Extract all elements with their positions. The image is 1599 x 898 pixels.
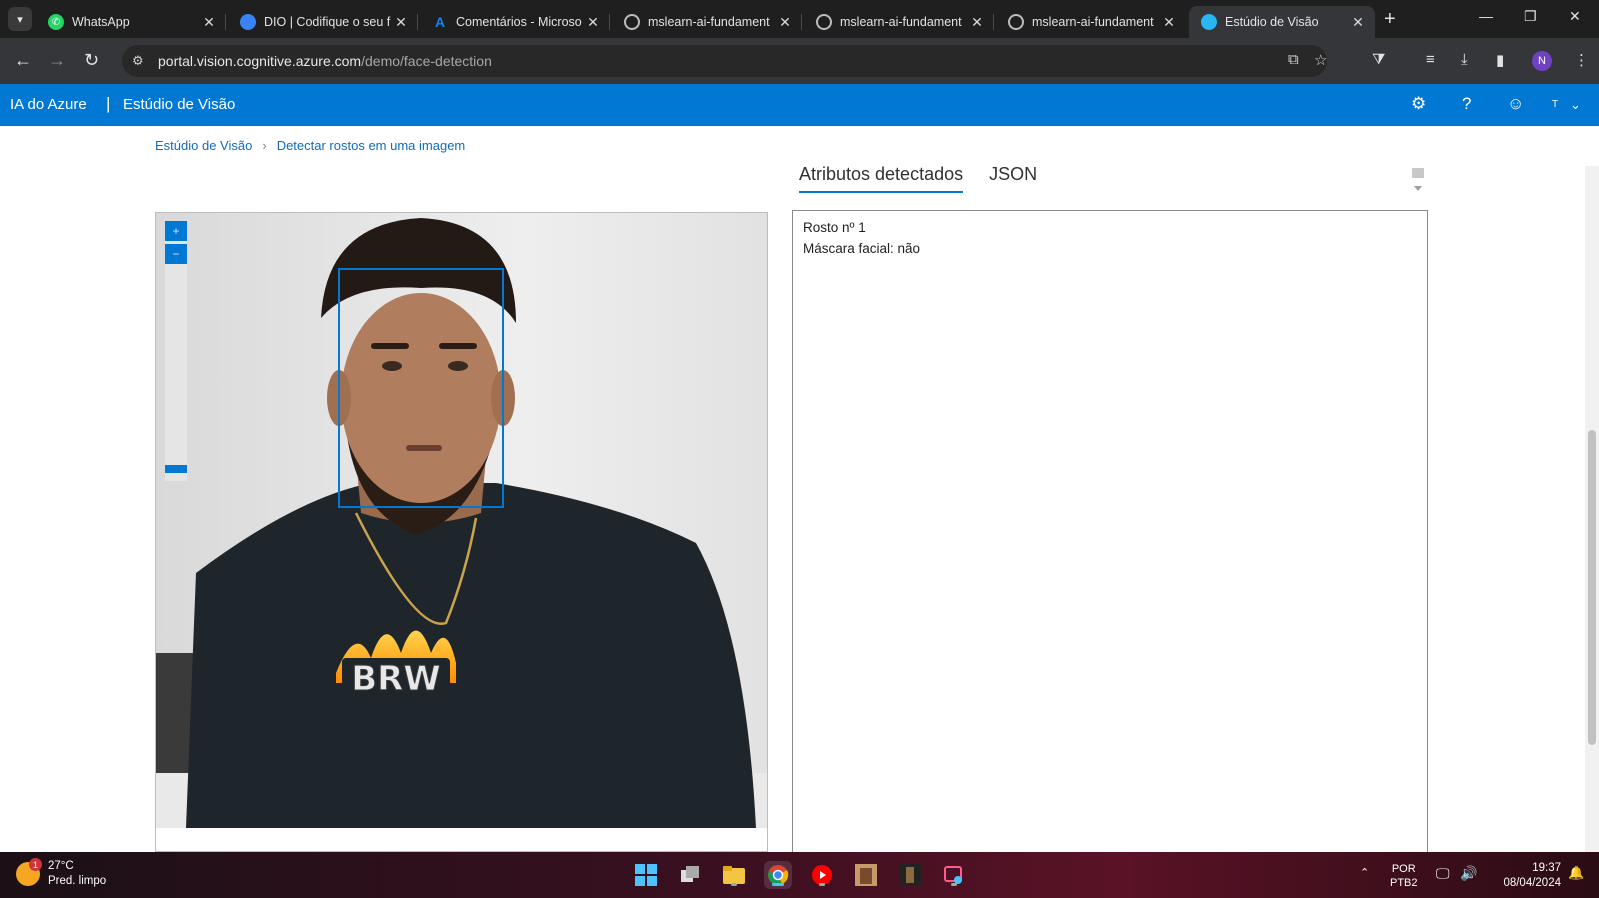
close-icon[interactable]: ✕: [776, 14, 794, 31]
tab-title: Comentários - Microso: [456, 15, 582, 29]
media-control-icon[interactable]: ≡: [1426, 51, 1435, 68]
volume-icon[interactable]: 🔊: [1460, 866, 1477, 880]
breadcrumb-current[interactable]: Detectar rostos em uma imagem: [277, 138, 466, 153]
image-viewer[interactable]: BRW + −: [155, 212, 768, 852]
page-scrollbar-thumb[interactable]: [1588, 430, 1596, 745]
forward-icon[interactable]: →: [48, 50, 66, 71]
tab-title: mslearn-ai-fundament: [1032, 15, 1154, 29]
pinned-app-icon[interactable]: [852, 861, 880, 889]
brand-link[interactable]: IA do Azure: [10, 96, 87, 113]
notification-badge: 1: [29, 858, 42, 871]
tabs-scroll-indicator[interactable]: [1411, 166, 1425, 196]
dio-icon: [240, 14, 256, 30]
tab-whatsapp[interactable]: ✆ WhatsApp ✕: [36, 6, 226, 38]
tab-title: mslearn-ai-fundament: [840, 15, 962, 29]
tab-search-button[interactable]: ▾: [8, 7, 32, 31]
vision-studio-icon: [1201, 14, 1217, 30]
tab-dio[interactable]: DIO | Codifique o seu f ✕: [228, 6, 418, 38]
zoom-slider-thumb[interactable]: [165, 465, 187, 473]
url-text[interactable]: portal.vision.cognitive.azure.com/demo/f…: [158, 53, 492, 69]
task-view-icon[interactable]: [676, 861, 704, 889]
breadcrumb: Estúdio de Visão › Detectar rostos em um…: [155, 138, 465, 153]
tab-estudio-de-visao[interactable]: Estúdio de Visão ✕: [1189, 6, 1375, 38]
close-icon[interactable]: ✕: [1160, 14, 1178, 31]
reload-icon[interactable]: ↻: [84, 50, 99, 71]
file-explorer-icon[interactable]: [720, 861, 748, 889]
weather-condition: Pred. limpo: [48, 875, 107, 887]
youtube-music-icon[interactable]: [808, 861, 836, 889]
tab-json[interactable]: JSON: [989, 164, 1037, 193]
close-icon[interactable]: ✕: [392, 14, 410, 31]
tab-mslearn-1[interactable]: mslearn-ai-fundament ✕: [612, 6, 802, 38]
browser-tab-strip: ▾ ✆ WhatsApp ✕ DIO | Codifique o seu f ✕…: [0, 0, 1599, 38]
tab-title: DIO | Codifique o seu f: [264, 15, 391, 29]
close-icon[interactable]: ✕: [200, 14, 218, 31]
chevron-down-icon[interactable]: ⌄: [1570, 97, 1581, 113]
tab-title: WhatsApp: [72, 15, 130, 29]
minimize-icon[interactable]: —: [1479, 8, 1493, 24]
chevron-up-icon[interactable]: ⌃: [1360, 866, 1369, 880]
user-avatar[interactable]: T: [1552, 99, 1558, 110]
tab-title: mslearn-ai-fundament: [648, 15, 770, 29]
face-mask-attribute: Máscara facial: não: [803, 241, 921, 256]
tab-mslearn-3[interactable]: mslearn-ai-fundament ✕: [996, 6, 1186, 38]
results-tablist: Atributos detectados JSON: [799, 164, 1037, 193]
tab-comentarios[interactable]: A Comentários - Microso ✕: [420, 6, 610, 38]
download-icon[interactable]: ⤓: [1461, 51, 1468, 68]
globe-icon: [816, 14, 832, 30]
whatsapp-icon: ✆: [48, 14, 64, 30]
globe-icon: [1008, 14, 1024, 30]
azure-icon: A: [434, 14, 446, 30]
snipping-tool-icon[interactable]: [940, 861, 968, 889]
language-indicator[interactable]: POR PTB2: [1390, 862, 1418, 890]
chevron-right-icon: ›: [262, 138, 267, 153]
back-icon[interactable]: ←: [14, 50, 32, 71]
browser-toolbar: ← → ↻ ⚙ portal.vision.cognitive.azure.co…: [0, 38, 1599, 84]
zoom-in-button[interactable]: +: [165, 221, 187, 241]
azure-header: IA do Azure | Estúdio de Visão ⚙ ? ☺ T ⌄: [0, 84, 1599, 126]
header-divider: |: [106, 94, 111, 113]
windows-taskbar: 1 27°C Pred. limpo ⌃ POR PTB2 🖵 🔊 19:37 …: [0, 852, 1599, 898]
restore-icon[interactable]: ❐: [1524, 8, 1537, 25]
side-panel-icon[interactable]: ▮: [1496, 51, 1504, 69]
profile-avatar[interactable]: N: [1532, 51, 1552, 71]
temperature: 27°C: [48, 860, 74, 872]
close-window-icon[interactable]: ✕: [1569, 8, 1581, 25]
face-label: Rosto nº 1: [803, 220, 866, 235]
shirt-print-text: BRW: [351, 659, 441, 699]
weather-widget[interactable]: 1 27°C Pred. limpo: [16, 858, 107, 889]
browser-menu-icon[interactable]: ⋮: [1574, 51, 1589, 69]
bookmark-star-icon[interactable]: ☆: [1314, 51, 1327, 69]
weather-sun-icon: 1: [16, 858, 42, 886]
breadcrumb-root-link[interactable]: Estúdio de Visão: [155, 138, 252, 153]
page-scrollbar[interactable]: [1585, 166, 1599, 852]
site-info-icon[interactable]: ⚙: [132, 53, 144, 69]
settings-gear-icon[interactable]: ⚙: [1411, 94, 1426, 114]
extensions-icon[interactable]: ⧩: [1372, 51, 1385, 68]
clock[interactable]: 19:37 08/04/2024: [1491, 861, 1561, 891]
notification-bell-icon[interactable]: 🔔: [1568, 866, 1584, 880]
close-icon[interactable]: ✕: [584, 14, 602, 31]
product-title[interactable]: Estúdio de Visão: [123, 96, 235, 113]
close-icon[interactable]: ✕: [1349, 14, 1367, 31]
close-icon[interactable]: ✕: [968, 14, 986, 31]
network-icon[interactable]: 🖵: [1436, 866, 1450, 880]
tab-title: Estúdio de Visão: [1225, 15, 1319, 29]
feedback-smiley-icon[interactable]: ☺: [1507, 94, 1524, 114]
globe-icon: [624, 14, 640, 30]
tab-mslearn-2[interactable]: mslearn-ai-fundament ✕: [804, 6, 994, 38]
chrome-icon[interactable]: [764, 861, 792, 889]
pinned-app-icon[interactable]: [896, 861, 924, 889]
zoom-out-button[interactable]: −: [165, 244, 187, 264]
help-icon[interactable]: ?: [1462, 94, 1471, 114]
start-windows-icon[interactable]: [632, 861, 660, 889]
translate-icon[interactable]: ⧉: [1288, 51, 1299, 68]
detected-attributes-panel: Rosto nº 1 Máscara facial: não: [792, 210, 1428, 860]
tab-detected-attributes[interactable]: Atributos detectados: [799, 164, 964, 193]
uploaded-photo: BRW: [156, 213, 767, 828]
new-tab-button[interactable]: +: [1384, 8, 1396, 31]
address-bar[interactable]: ⚙ portal.vision.cognitive.azure.com/demo…: [122, 45, 1327, 77]
